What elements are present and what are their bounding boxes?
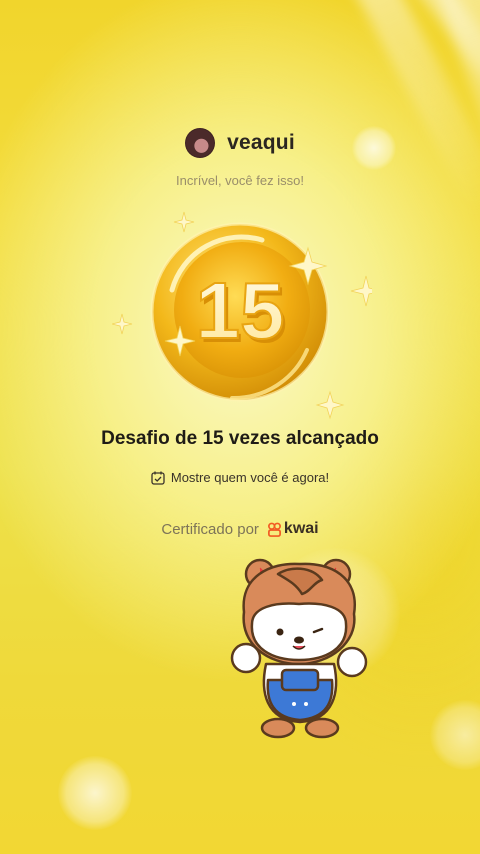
medal-number: 15 xyxy=(196,266,285,355)
brand-name: kwai xyxy=(283,520,319,537)
sparkle-icon xyxy=(315,390,345,420)
user-row[interactable]: veaqui xyxy=(185,128,295,158)
certification: Certificado por kwai xyxy=(0,520,480,538)
medal-icon: 15 15 xyxy=(111,211,382,420)
avatar[interactable] xyxy=(185,128,216,158)
sparkle-icon xyxy=(350,275,382,307)
certification-label: Certificado por xyxy=(161,520,259,538)
subtitle: Incrível, você fez isso! xyxy=(176,173,304,188)
medal-badge: 15 15 xyxy=(111,200,382,430)
share-prompt-text: Mostre quem você é agora! xyxy=(170,470,330,485)
header: veaqui Incrível, você fez isso! xyxy=(0,128,480,188)
brand-logo: kwai xyxy=(267,520,319,538)
bokeh-light xyxy=(430,700,480,770)
kwai-logo-icon xyxy=(267,522,281,537)
sparkle-icon xyxy=(173,211,195,233)
sparkle-icon xyxy=(111,313,133,335)
bear-sticker-image xyxy=(230,558,368,739)
bokeh-light xyxy=(58,756,132,830)
username[interactable]: veaqui xyxy=(227,131,295,155)
calendar-check-icon xyxy=(151,471,165,485)
bear-sticker xyxy=(230,552,370,742)
achievement-title: Desafio de 15 vezes alcançado xyxy=(101,428,379,449)
share-prompt[interactable]: Mostre quem você é agora! xyxy=(0,470,480,485)
